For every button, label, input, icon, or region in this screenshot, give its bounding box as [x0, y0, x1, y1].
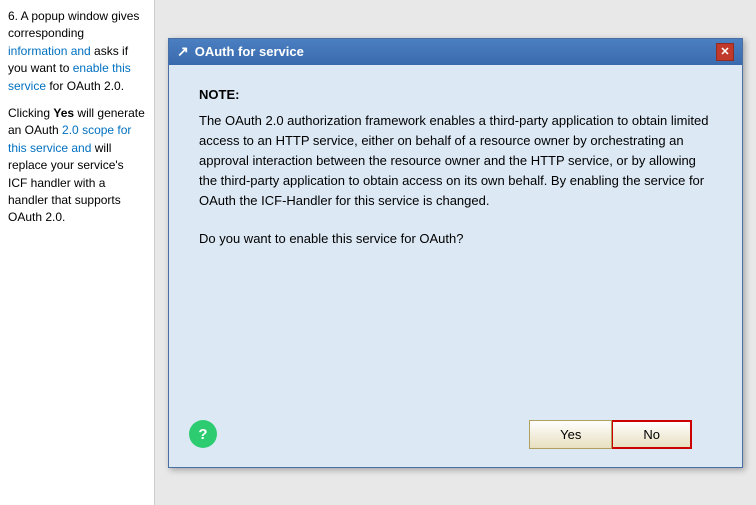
dialog-title-icon: ↗ — [177, 43, 189, 60]
sidebar-bold-yes: Yes — [53, 106, 74, 120]
help-icon[interactable]: ? — [189, 420, 217, 448]
dialog-buttons: Yes No — [529, 420, 692, 449]
dialog-title: OAuth for service — [195, 44, 304, 59]
sidebar-paragraph-1: 6. A popup window gives corresponding in… — [8, 8, 146, 95]
sidebar-paragraph-2: Clicking Yes will generate an OAuth 2.0 … — [8, 105, 146, 227]
dialog-oauth: ↗ OAuth for service ✕ NOTE: The OAuth 2.… — [168, 38, 743, 468]
step-number: 6. A popup window gives corresponding — [8, 9, 139, 40]
yes-button[interactable]: Yes — [529, 420, 612, 449]
dialog-close-button[interactable]: ✕ — [716, 43, 734, 61]
no-button[interactable]: No — [612, 420, 692, 449]
main-area: ↗ OAuth for service ✕ NOTE: The OAuth 2.… — [155, 0, 756, 505]
sidebar: 6. A popup window gives corresponding in… — [0, 0, 155, 505]
note-text: The OAuth 2.0 authorization framework en… — [199, 111, 712, 212]
dialog-titlebar: ↗ OAuth for service ✕ — [169, 39, 742, 65]
sidebar-link-info[interactable]: information and — [8, 44, 91, 58]
dialog-question: Do you want to enable this service for O… — [199, 229, 712, 249]
sidebar-text-oauth: for OAuth 2.0. — [46, 79, 124, 93]
close-icon: ✕ — [720, 45, 729, 58]
sidebar-text-clicking: Clicking — [8, 106, 53, 120]
dialog-body: NOTE: The OAuth 2.0 authorization framew… — [169, 65, 742, 408]
titlebar-left: ↗ OAuth for service — [177, 43, 304, 60]
sidebar-link-service[interactable]: service and — [30, 141, 91, 155]
dialog-footer: ? Yes No — [169, 408, 742, 467]
note-label: NOTE: — [199, 85, 712, 105]
question-mark: ? — [198, 426, 207, 443]
